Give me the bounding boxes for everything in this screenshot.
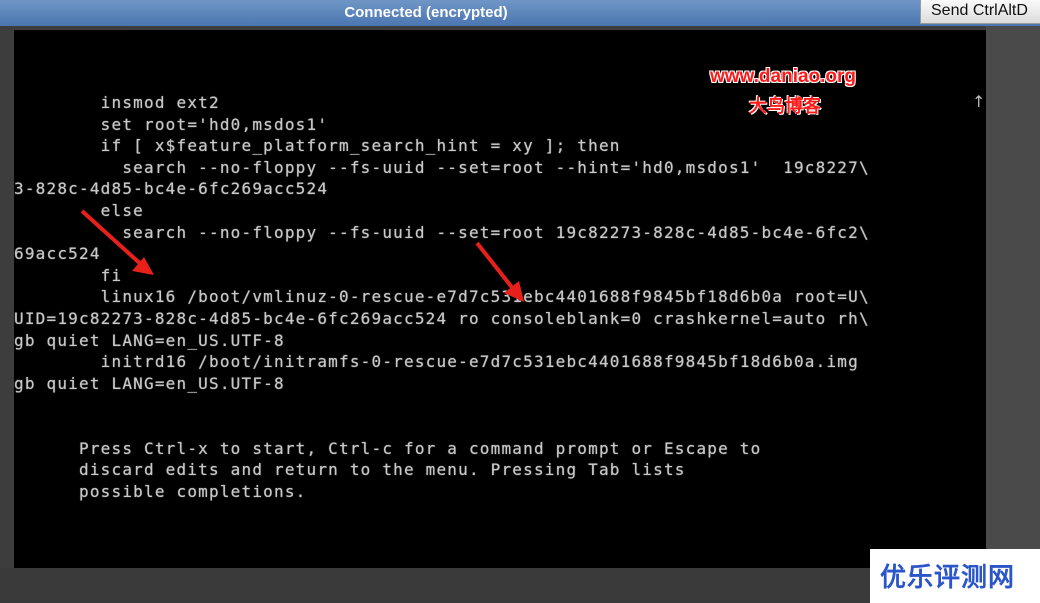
red-arrow-icon <box>475 241 524 302</box>
grub-edit-console[interactable]: insmod ext2 set root='hd0,msdos1' if [ x… <box>14 30 986 568</box>
site-logo-text: 优乐评测网 <box>880 563 1016 593</box>
connection-status: Connected (encrypted) <box>344 4 508 21</box>
console-line: UID=19c82273-828c-4d85-bc4e-6fc269acc524… <box>14 309 870 328</box>
console-line: search --no-floppy --fs-uuid --set=root … <box>14 158 870 177</box>
help-line: Press Ctrl-x to start, Ctrl-c for a comm… <box>14 439 762 458</box>
site-logo-badge: 优乐评测网 <box>870 549 1040 603</box>
console-line: gb quiet LANG=en_US.UTF-8 <box>14 374 285 393</box>
scroll-up-icon: ↑ <box>972 92 986 111</box>
console-line: set root='hd0,msdos1' <box>14 115 329 134</box>
console-line: if [ x$feature_platform_search_hint = xy… <box>14 136 621 155</box>
send-ctrl-alt-del-button[interactable]: Send CtrlAltD <box>920 0 1040 24</box>
watermark-url: www.daniao.org <box>710 66 857 87</box>
console-line: gb quiet LANG=en_US.UTF-8 <box>14 331 285 350</box>
red-arrow-icon <box>80 209 154 275</box>
vnc-toolbar: Connected (encrypted) Send CtrlAltD <box>0 0 1040 26</box>
console-line: insmod ext2 <box>14 93 220 112</box>
watermark-name: 大鸟博客 <box>749 96 821 117</box>
console-line: initrd16 /boot/initramfs-0-rescue-e7d7c5… <box>14 352 859 371</box>
help-line: possible completions. <box>14 482 307 501</box>
help-line: discard edits and return to the menu. Pr… <box>14 460 686 479</box>
viewer-margin-right <box>986 26 1040 574</box>
console-line: 3-828c-4d85-bc4e-6fc269acc524 <box>14 179 329 198</box>
console-line: linux16 /boot/vmlinuz-0-rescue-e7d7c531e… <box>14 287 870 306</box>
